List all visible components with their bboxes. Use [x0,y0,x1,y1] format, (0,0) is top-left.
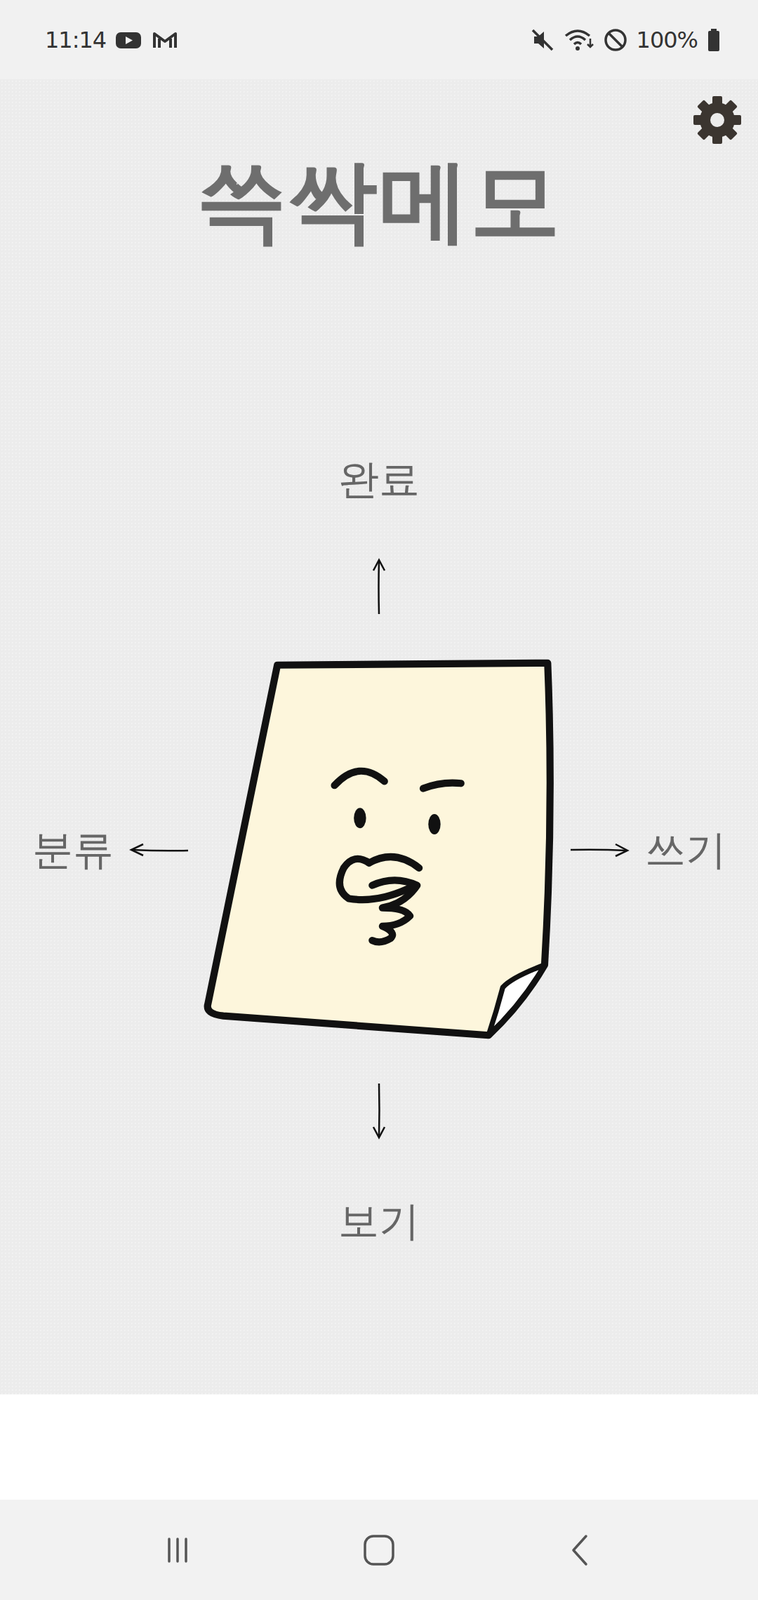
app-title: 쓱싹메모 [196,146,562,255]
up-arrow-icon [368,557,390,616]
battery-level: 100% [636,26,698,54]
clock: 11:14 [44,26,106,54]
complete-label: 완료 [335,454,423,506]
write-label: 쓰기 [640,824,731,876]
recent-apps-icon[interactable] [156,1529,199,1572]
wifi-icon [563,27,595,53]
memo-note-icon[interactable] [200,659,558,1042]
gear-icon[interactable] [690,93,744,147]
view-label: 보기 [335,1195,423,1248]
home-icon[interactable] [357,1529,401,1572]
youtube-icon [114,29,143,51]
swipe-compass: 분류 쓰기 [28,659,731,1042]
navigation-bar [0,1499,758,1600]
category-label: 분류 [28,824,118,876]
main-screen: 쓱싹메모 완료 분류 쓰기 보기 [0,79,758,1395]
down-arrow-icon [368,1082,390,1140]
battery-icon [706,27,722,53]
bottom-space [0,1394,758,1500]
left-arrow-icon [129,840,190,862]
right-arrow-icon [569,840,630,862]
mute-icon [529,27,556,53]
back-icon[interactable] [559,1529,602,1572]
do-not-disturb-icon [602,27,629,53]
gmail-icon [150,29,179,51]
status-bar: 11:14 100% [0,0,758,80]
